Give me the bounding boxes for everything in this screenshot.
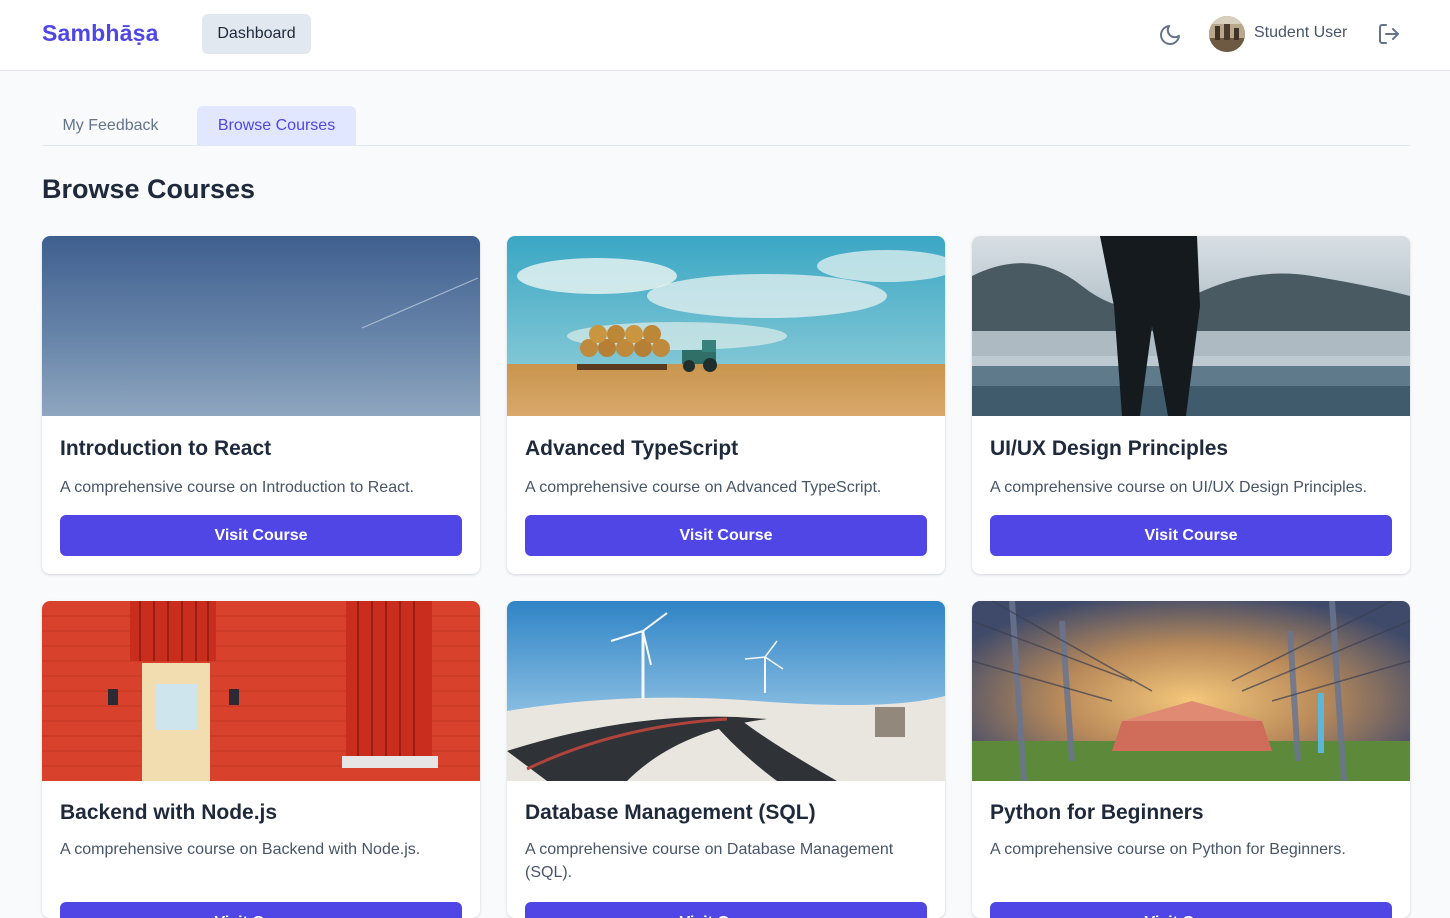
app-logo[interactable]: Sambhāṣa — [42, 20, 159, 47]
user-name[interactable]: Student User — [1254, 24, 1347, 42]
course-description: A comprehensive course on Backend with N… — [60, 841, 421, 858]
course-description: A comprehensive course on Advanced TypeS… — [525, 479, 882, 496]
course-image — [507, 236, 945, 416]
course-title: Database Management (SQL) — [525, 801, 816, 824]
course-image — [507, 601, 945, 781]
avatar[interactable] — [1209, 16, 1245, 52]
tab-browse-courses[interactable]: Browse Courses — [197, 106, 356, 146]
page-title: Browse Courses — [42, 174, 256, 204]
visit-course-button[interactable]: Visit Course — [525, 902, 927, 918]
course-title: UI/UX Design Principles — [990, 437, 1229, 460]
tab-bar: My Feedback Browse Courses — [42, 106, 1410, 146]
course-image — [42, 236, 480, 416]
visit-course-button[interactable]: Visit Course — [525, 515, 927, 556]
course-description: A comprehensive course on Database Manag… — [525, 841, 894, 881]
course-card: Backend with Node.js A comprehensive cou… — [42, 601, 480, 918]
course-card: Python for Beginners A comprehensive cou… — [972, 601, 1410, 918]
course-image — [972, 236, 1410, 416]
dashboard-button[interactable]: Dashboard — [202, 14, 311, 54]
course-card: Database Management (SQL) A comprehensiv… — [507, 601, 945, 918]
visit-course-button[interactable]: Visit Course — [60, 902, 462, 918]
moon-icon[interactable] — [1158, 23, 1182, 47]
course-description: A comprehensive course on Python for Beg… — [990, 841, 1346, 858]
course-card: UI/UX Design Principles A comprehensive … — [972, 236, 1410, 574]
course-description: A comprehensive course on UI/UX Design P… — [990, 479, 1368, 496]
course-card: Advanced TypeScript A comprehensive cour… — [507, 236, 945, 574]
course-title: Introduction to React — [60, 437, 272, 460]
course-title: Python for Beginners — [990, 801, 1204, 824]
course-description: A comprehensive course on Introduction t… — [60, 479, 414, 496]
course-card: Introduction to React A comprehensive co… — [42, 236, 480, 574]
visit-course-button[interactable]: Visit Course — [60, 515, 462, 556]
course-title: Advanced TypeScript — [525, 437, 739, 460]
tab-my-feedback[interactable]: My Feedback — [42, 106, 179, 146]
visit-course-button[interactable]: Visit Course — [990, 902, 1392, 918]
top-header: Sambhāṣa Dashboard Student User — [0, 0, 1450, 71]
course-image — [972, 601, 1410, 781]
visit-course-button[interactable]: Visit Course — [990, 515, 1392, 556]
course-image — [42, 601, 480, 781]
logout-icon[interactable] — [1377, 22, 1401, 46]
course-title: Backend with Node.js — [60, 801, 278, 824]
